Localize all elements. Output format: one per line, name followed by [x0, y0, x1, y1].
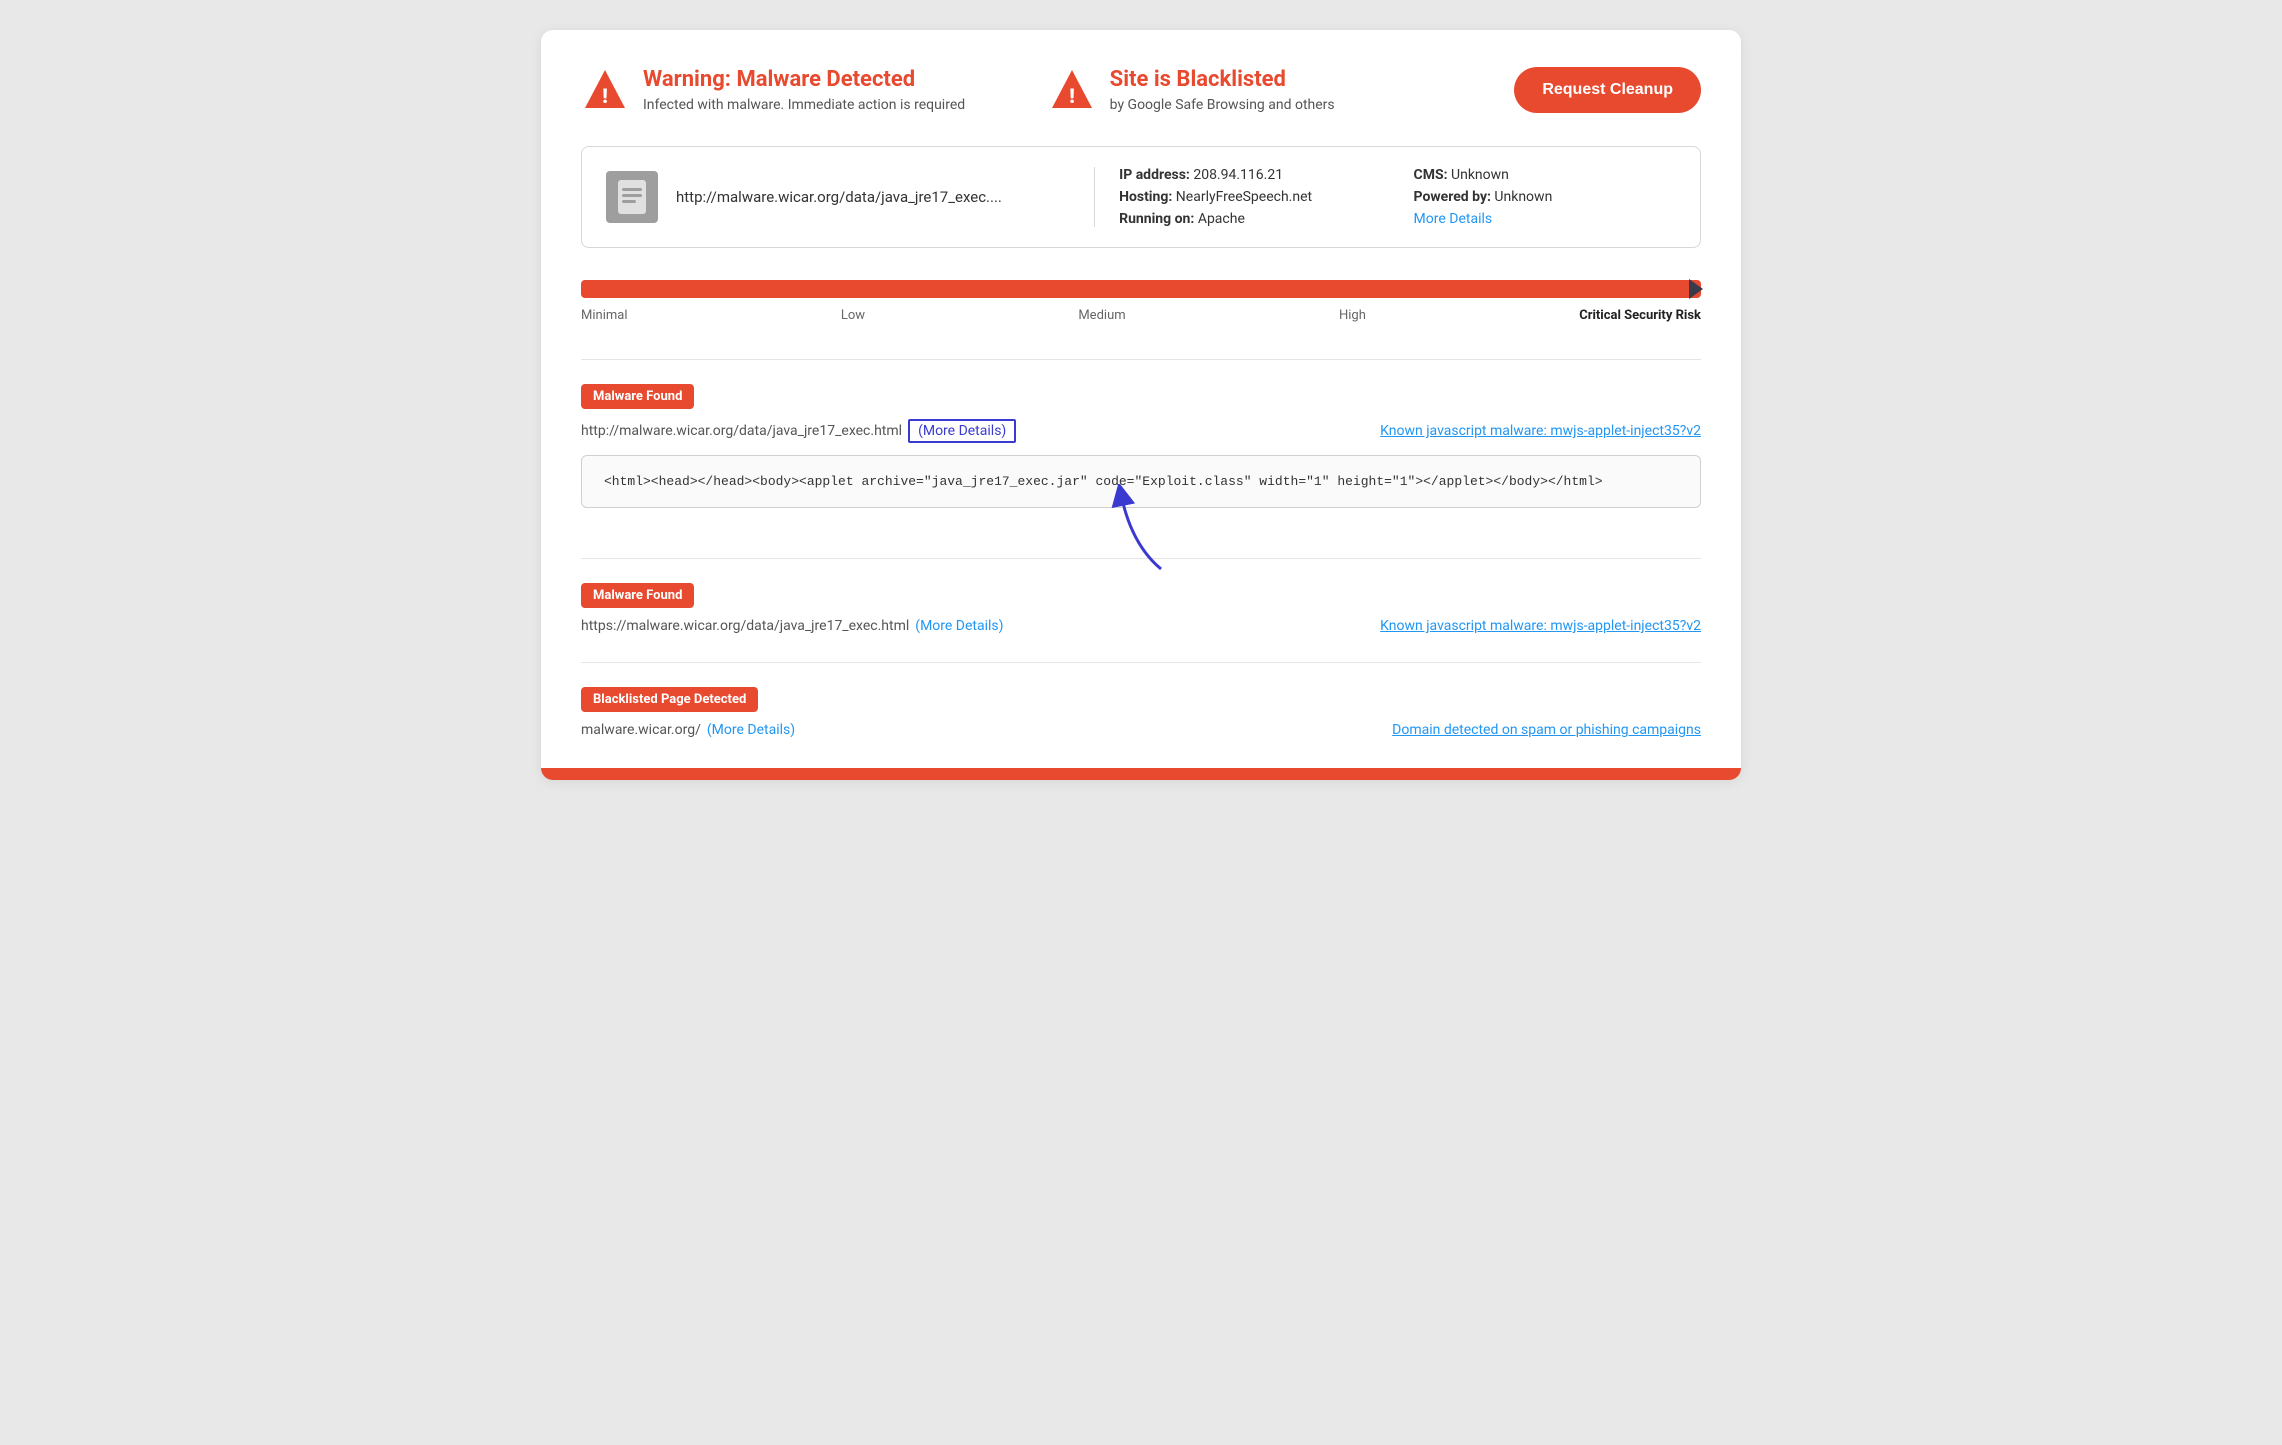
risk-label-medium: Medium: [1078, 308, 1125, 323]
malware-entry-2: Malware Found https://malware.wicar.org/…: [581, 583, 1701, 634]
domain-detected-link[interactable]: Domain detected on spam or phishing camp…: [1392, 722, 1701, 738]
risk-section: Minimal Low Medium High Critical Securit…: [581, 280, 1701, 323]
blacklisted-more-details[interactable]: (More Details): [707, 722, 795, 738]
more-details-boxed-1[interactable]: (More Details): [908, 419, 1016, 443]
divider-1: [581, 359, 1701, 360]
powered-label: Powered by:: [1414, 189, 1491, 205]
ip-label: IP address:: [1119, 167, 1190, 183]
svg-text:!: !: [602, 84, 608, 108]
warning-malware-text: Warning: Malware Detected Infected with …: [643, 67, 965, 112]
site-info-box: http://malware.wicar.org/data/java_jre17…: [581, 146, 1701, 248]
malware-url-row-1: http://malware.wicar.org/data/java_jre17…: [581, 419, 1701, 443]
known-malware-link-2[interactable]: Known javascript malware: mwjs-applet-in…: [1380, 618, 1701, 634]
risk-bar-indicator: [1689, 279, 1703, 299]
malware-url-left-1: http://malware.wicar.org/data/java_jre17…: [581, 419, 1016, 443]
document-icon: [606, 171, 658, 223]
warning-icon-1: !: [581, 66, 629, 114]
risk-label-high: High: [1339, 308, 1366, 323]
cms-info: CMS: Unknown: [1414, 167, 1676, 183]
running-label: Running on:: [1119, 211, 1194, 227]
powered-value: Unknown: [1494, 189, 1552, 205]
cms-value: Unknown: [1451, 167, 1509, 183]
code-section-1: <html><head></head><body><applet archive…: [581, 455, 1701, 508]
request-cleanup-button[interactable]: Request Cleanup: [1514, 67, 1701, 113]
svg-text:!: !: [1069, 84, 1075, 108]
warning-subtitle-2: by Google Safe Browsing and others: [1110, 97, 1335, 113]
running-info: Running on: Apache: [1119, 211, 1381, 227]
cms-label: CMS:: [1414, 167, 1448, 183]
blacklisted-badge: Blacklisted Page Detected: [581, 687, 758, 712]
risk-label-minimal: Minimal: [581, 308, 627, 323]
hosting-label: Hosting:: [1119, 189, 1172, 205]
hosting-info: Hosting: NearlyFreeSpeech.net: [1119, 189, 1381, 205]
warning-title-2: Site is Blacklisted: [1110, 67, 1335, 93]
hosting-value: NearlyFreeSpeech.net: [1176, 189, 1312, 205]
blacklisted-entry: Blacklisted Page Detected malware.wicar.…: [581, 687, 1701, 738]
malware-code-box-1: <html><head></head><body><applet archive…: [581, 455, 1701, 508]
running-value: Apache: [1198, 211, 1245, 227]
risk-label-low: Low: [841, 308, 865, 323]
warning-subtitle-1: Infected with malware. Immediate action …: [643, 97, 965, 113]
blacklisted-url-left: malware.wicar.org/ (More Details): [581, 722, 795, 738]
more-details-link[interactable]: More Details: [1414, 211, 1493, 227]
bottom-bar: [541, 768, 1741, 780]
malware-url-left-2: https://malware.wicar.org/data/java_jre1…: [581, 618, 1004, 634]
ip-value: 208.94.116.21: [1193, 167, 1283, 183]
malware-entry-1: Malware Found http://malware.wicar.org/d…: [581, 384, 1701, 508]
malware-url-row-2: https://malware.wicar.org/data/java_jre1…: [581, 618, 1701, 634]
malware-url-2: https://malware.wicar.org/data/java_jre1…: [581, 618, 909, 634]
risk-bar: [581, 280, 1701, 298]
malware-url-1: http://malware.wicar.org/data/java_jre17…: [581, 423, 902, 439]
powered-info: Powered by: Unknown: [1414, 189, 1676, 205]
warning-title-1: Warning: Malware Detected: [643, 67, 965, 93]
more-details-inline-2[interactable]: (More Details): [915, 618, 1003, 634]
malware-badge-1: Malware Found: [581, 384, 694, 409]
warning-blacklist-text: Site is Blacklisted by Google Safe Brows…: [1110, 67, 1335, 112]
malware-badge-2: Malware Found: [581, 583, 694, 608]
site-url: http://malware.wicar.org/data/java_jre17…: [676, 188, 1002, 206]
blacklisted-url: malware.wicar.org/: [581, 722, 701, 738]
ip-info: IP address: 208.94.116.21: [1119, 167, 1381, 183]
risk-labels: Minimal Low Medium High Critical Securit…: [581, 308, 1701, 323]
divider-2: [581, 558, 1701, 559]
blacklisted-url-row: malware.wicar.org/ (More Details) Domain…: [581, 722, 1701, 738]
risk-label-critical: Critical Security Risk: [1579, 308, 1701, 323]
known-malware-link-1[interactable]: Known javascript malware: mwjs-applet-in…: [1380, 423, 1701, 439]
site-info-left: http://malware.wicar.org/data/java_jre17…: [606, 167, 1095, 227]
warning-icon-2: !: [1048, 66, 1096, 114]
divider-3: [581, 662, 1701, 663]
site-info-right: IP address: 208.94.116.21 CMS: Unknown H…: [1119, 167, 1676, 227]
more-details-info[interactable]: More Details: [1414, 211, 1676, 227]
